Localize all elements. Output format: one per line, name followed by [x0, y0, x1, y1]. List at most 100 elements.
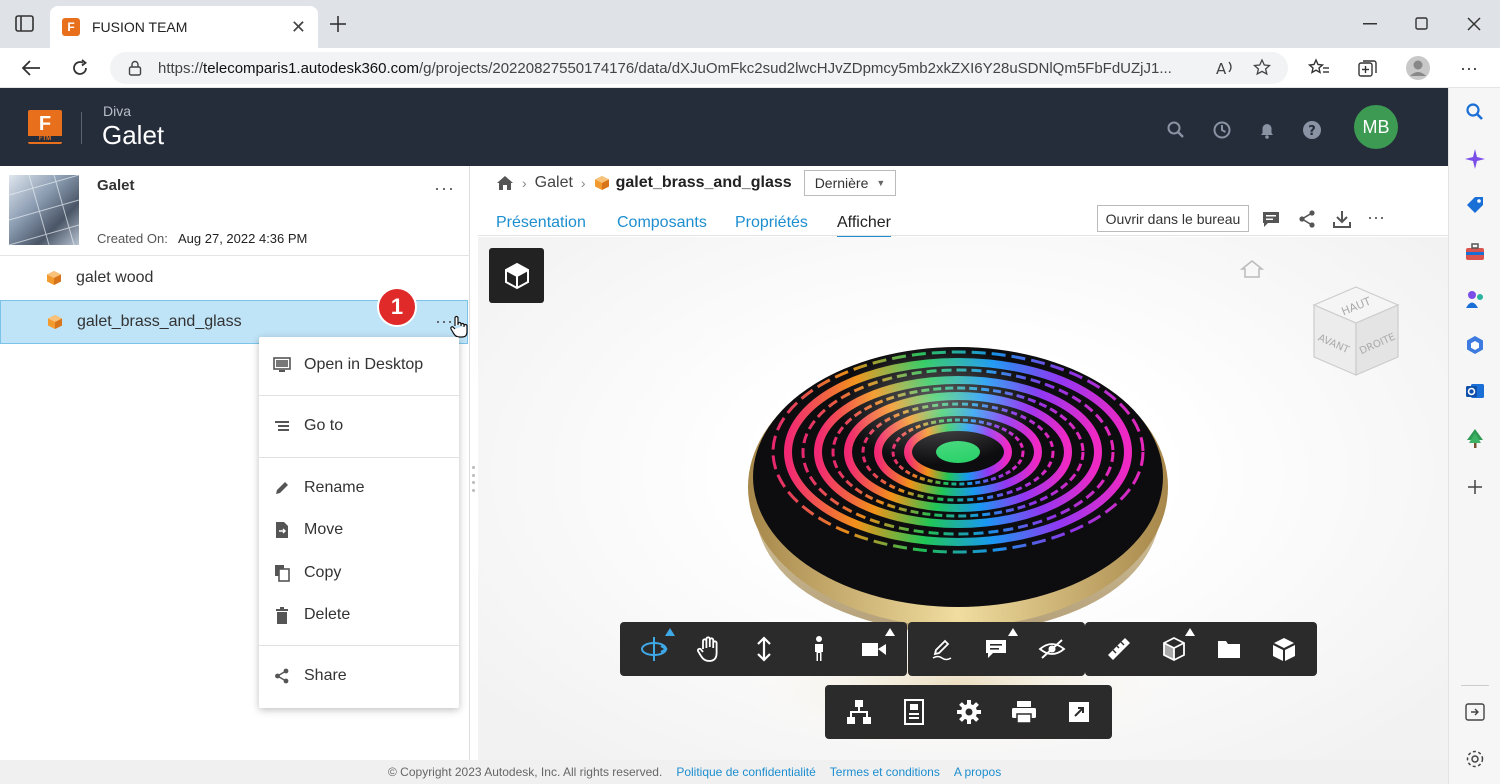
- download-icon[interactable]: [1332, 209, 1352, 229]
- outlook-icon[interactable]: [1463, 379, 1487, 403]
- user-avatar[interactable]: MB: [1354, 105, 1398, 149]
- help-icon[interactable]: ?: [1302, 120, 1322, 140]
- hide-sidebar-icon[interactable]: [1463, 700, 1487, 724]
- sidebar-add-icon[interactable]: [1463, 475, 1487, 499]
- viewer-home-icon[interactable]: [1240, 259, 1264, 279]
- explode-tool-button[interactable]: [1256, 622, 1311, 676]
- person-icon: [814, 636, 823, 661]
- menu-item-rename[interactable]: Rename: [259, 468, 459, 508]
- favorite-add-icon[interactable]: [1252, 58, 1274, 78]
- favorites-icon[interactable]: [1305, 54, 1333, 82]
- section-cube-icon: [1162, 636, 1185, 662]
- tools-briefcase-icon[interactable]: [1463, 240, 1487, 264]
- copyright-text: © Copyright 2023 Autodesk, Inc. All righ…: [388, 765, 663, 779]
- refresh-icon[interactable]: [66, 54, 94, 82]
- microsoft-365-icon[interactable]: [1463, 333, 1487, 357]
- measure-tool-button[interactable]: [1091, 622, 1146, 676]
- fusion-team-logo[interactable]: F FTM: [28, 110, 62, 144]
- pan-tool-button[interactable]: [681, 622, 736, 676]
- tab-afficher[interactable]: Afficher: [837, 214, 891, 238]
- tab-actions-icon[interactable]: [14, 14, 36, 34]
- markup-tool-button[interactable]: [914, 622, 969, 676]
- model-viewer[interactable]: HAUT AVANT DROITE: [478, 237, 1448, 760]
- section-tool-button[interactable]: [1146, 622, 1201, 676]
- properties-tool-button[interactable]: [886, 685, 941, 739]
- new-tab-icon[interactable]: [326, 12, 350, 36]
- profile-icon[interactable]: [1404, 54, 1432, 82]
- model-browser-button[interactable]: [489, 248, 544, 303]
- orbit-tool-button[interactable]: [626, 622, 681, 676]
- share-icon: [273, 667, 291, 685]
- model-browser-tool-button[interactable]: [1201, 622, 1256, 676]
- menu-item-move[interactable]: Move: [259, 510, 459, 550]
- print-tool-button[interactable]: [996, 685, 1051, 739]
- address-bar[interactable]: https://telecomparis1.autodesk360.com/g/…: [110, 52, 1288, 84]
- sidebar-search-icon[interactable]: [1463, 100, 1487, 124]
- terms-link[interactable]: Termes et conditions: [830, 765, 940, 779]
- maximize-icon[interactable]: [1396, 0, 1448, 48]
- url-text[interactable]: https://telecomparis1.autodesk360.com/g/…: [158, 60, 1188, 77]
- breadcrumb: › Galet › galet_brass_and_glass Dernière…: [478, 166, 1448, 200]
- panel-resize-handle[interactable]: [470, 466, 476, 492]
- games-icon[interactable]: [1463, 287, 1487, 311]
- fullscreen-tool-button[interactable]: [1051, 685, 1106, 739]
- browser-tab-title: FUSION TEAM: [92, 19, 188, 35]
- header-divider: [81, 112, 82, 144]
- minimize-icon[interactable]: [1344, 0, 1396, 48]
- gear-icon: [956, 700, 981, 724]
- privacy-link[interactable]: Politique de confidentialité: [676, 765, 815, 779]
- share-icon[interactable]: [1297, 209, 1317, 229]
- step-badge-1: 1: [377, 287, 417, 327]
- search-icon[interactable]: [1166, 120, 1186, 140]
- comment-tool-button[interactable]: [969, 622, 1024, 676]
- about-link[interactable]: A propos: [954, 765, 1001, 779]
- project-thumbnail[interactable]: [9, 175, 79, 245]
- back-icon[interactable]: [17, 54, 45, 82]
- hide-tool-button[interactable]: [1024, 622, 1079, 676]
- project-card-name[interactable]: Galet: [97, 177, 135, 194]
- menu-item-share[interactable]: Share: [259, 656, 459, 696]
- menu-item-open-in-desktop[interactable]: Open in Desktop: [259, 345, 459, 385]
- sidebar-settings-icon[interactable]: [1463, 747, 1487, 771]
- tree-icon[interactable]: [1463, 426, 1487, 450]
- lock-icon[interactable]: [128, 60, 142, 76]
- notifications-bell-icon[interactable]: [1257, 120, 1277, 140]
- more-actions-icon[interactable]: ···: [1367, 208, 1387, 229]
- browser-sidebar: [1448, 88, 1500, 784]
- project-more-icon[interactable]: ···: [434, 178, 455, 199]
- browser-tab[interactable]: F FUSION TEAM ✕: [50, 6, 318, 48]
- browser-menu-icon[interactable]: ···: [1455, 54, 1483, 82]
- camera-tool-button[interactable]: [846, 622, 901, 676]
- window-close-icon[interactable]: [1448, 0, 1500, 48]
- read-aloud-icon[interactable]: A: [1215, 58, 1237, 78]
- analysis-toolbar: [1085, 622, 1317, 676]
- menu-item-go-to[interactable]: Go to: [259, 406, 459, 446]
- tab-presentation[interactable]: Présentation: [496, 214, 586, 232]
- trash-icon: [273, 606, 291, 624]
- comment-icon[interactable]: [1261, 209, 1281, 229]
- created-on-label: Created On:: [97, 231, 168, 246]
- pen-icon: [932, 639, 951, 661]
- menu-item-copy[interactable]: Copy: [259, 553, 459, 593]
- hub-name[interactable]: Diva: [103, 103, 131, 119]
- settings-tool-button[interactable]: [941, 685, 996, 739]
- copilot-sparkle-icon[interactable]: [1463, 147, 1487, 171]
- home-icon[interactable]: [496, 175, 514, 191]
- open-in-desktop-button[interactable]: Ouvrir dans le bureau: [1097, 205, 1249, 232]
- tab-composants[interactable]: Composants: [617, 214, 707, 232]
- breadcrumb-project[interactable]: Galet: [535, 174, 573, 192]
- collections-icon[interactable]: [1354, 54, 1382, 82]
- menu-item-delete[interactable]: Delete: [259, 595, 459, 635]
- structure-tool-button[interactable]: [831, 685, 886, 739]
- shopping-tag-icon[interactable]: [1463, 193, 1487, 217]
- version-dropdown[interactable]: Dernière ▼: [803, 170, 897, 196]
- viewcube[interactable]: HAUT AVANT DROITE: [1310, 279, 1410, 389]
- history-icon[interactable]: [1212, 120, 1232, 140]
- zoom-tool-button[interactable]: [736, 622, 791, 676]
- component-cube-icon: [47, 271, 61, 285]
- svg-text:A: A: [1216, 60, 1227, 78]
- tab-proprietes[interactable]: Propriétés: [735, 214, 808, 232]
- first-person-tool-button[interactable]: [791, 622, 846, 676]
- orbit-icon: [640, 637, 668, 661]
- tab-close-icon[interactable]: ✕: [291, 17, 306, 38]
